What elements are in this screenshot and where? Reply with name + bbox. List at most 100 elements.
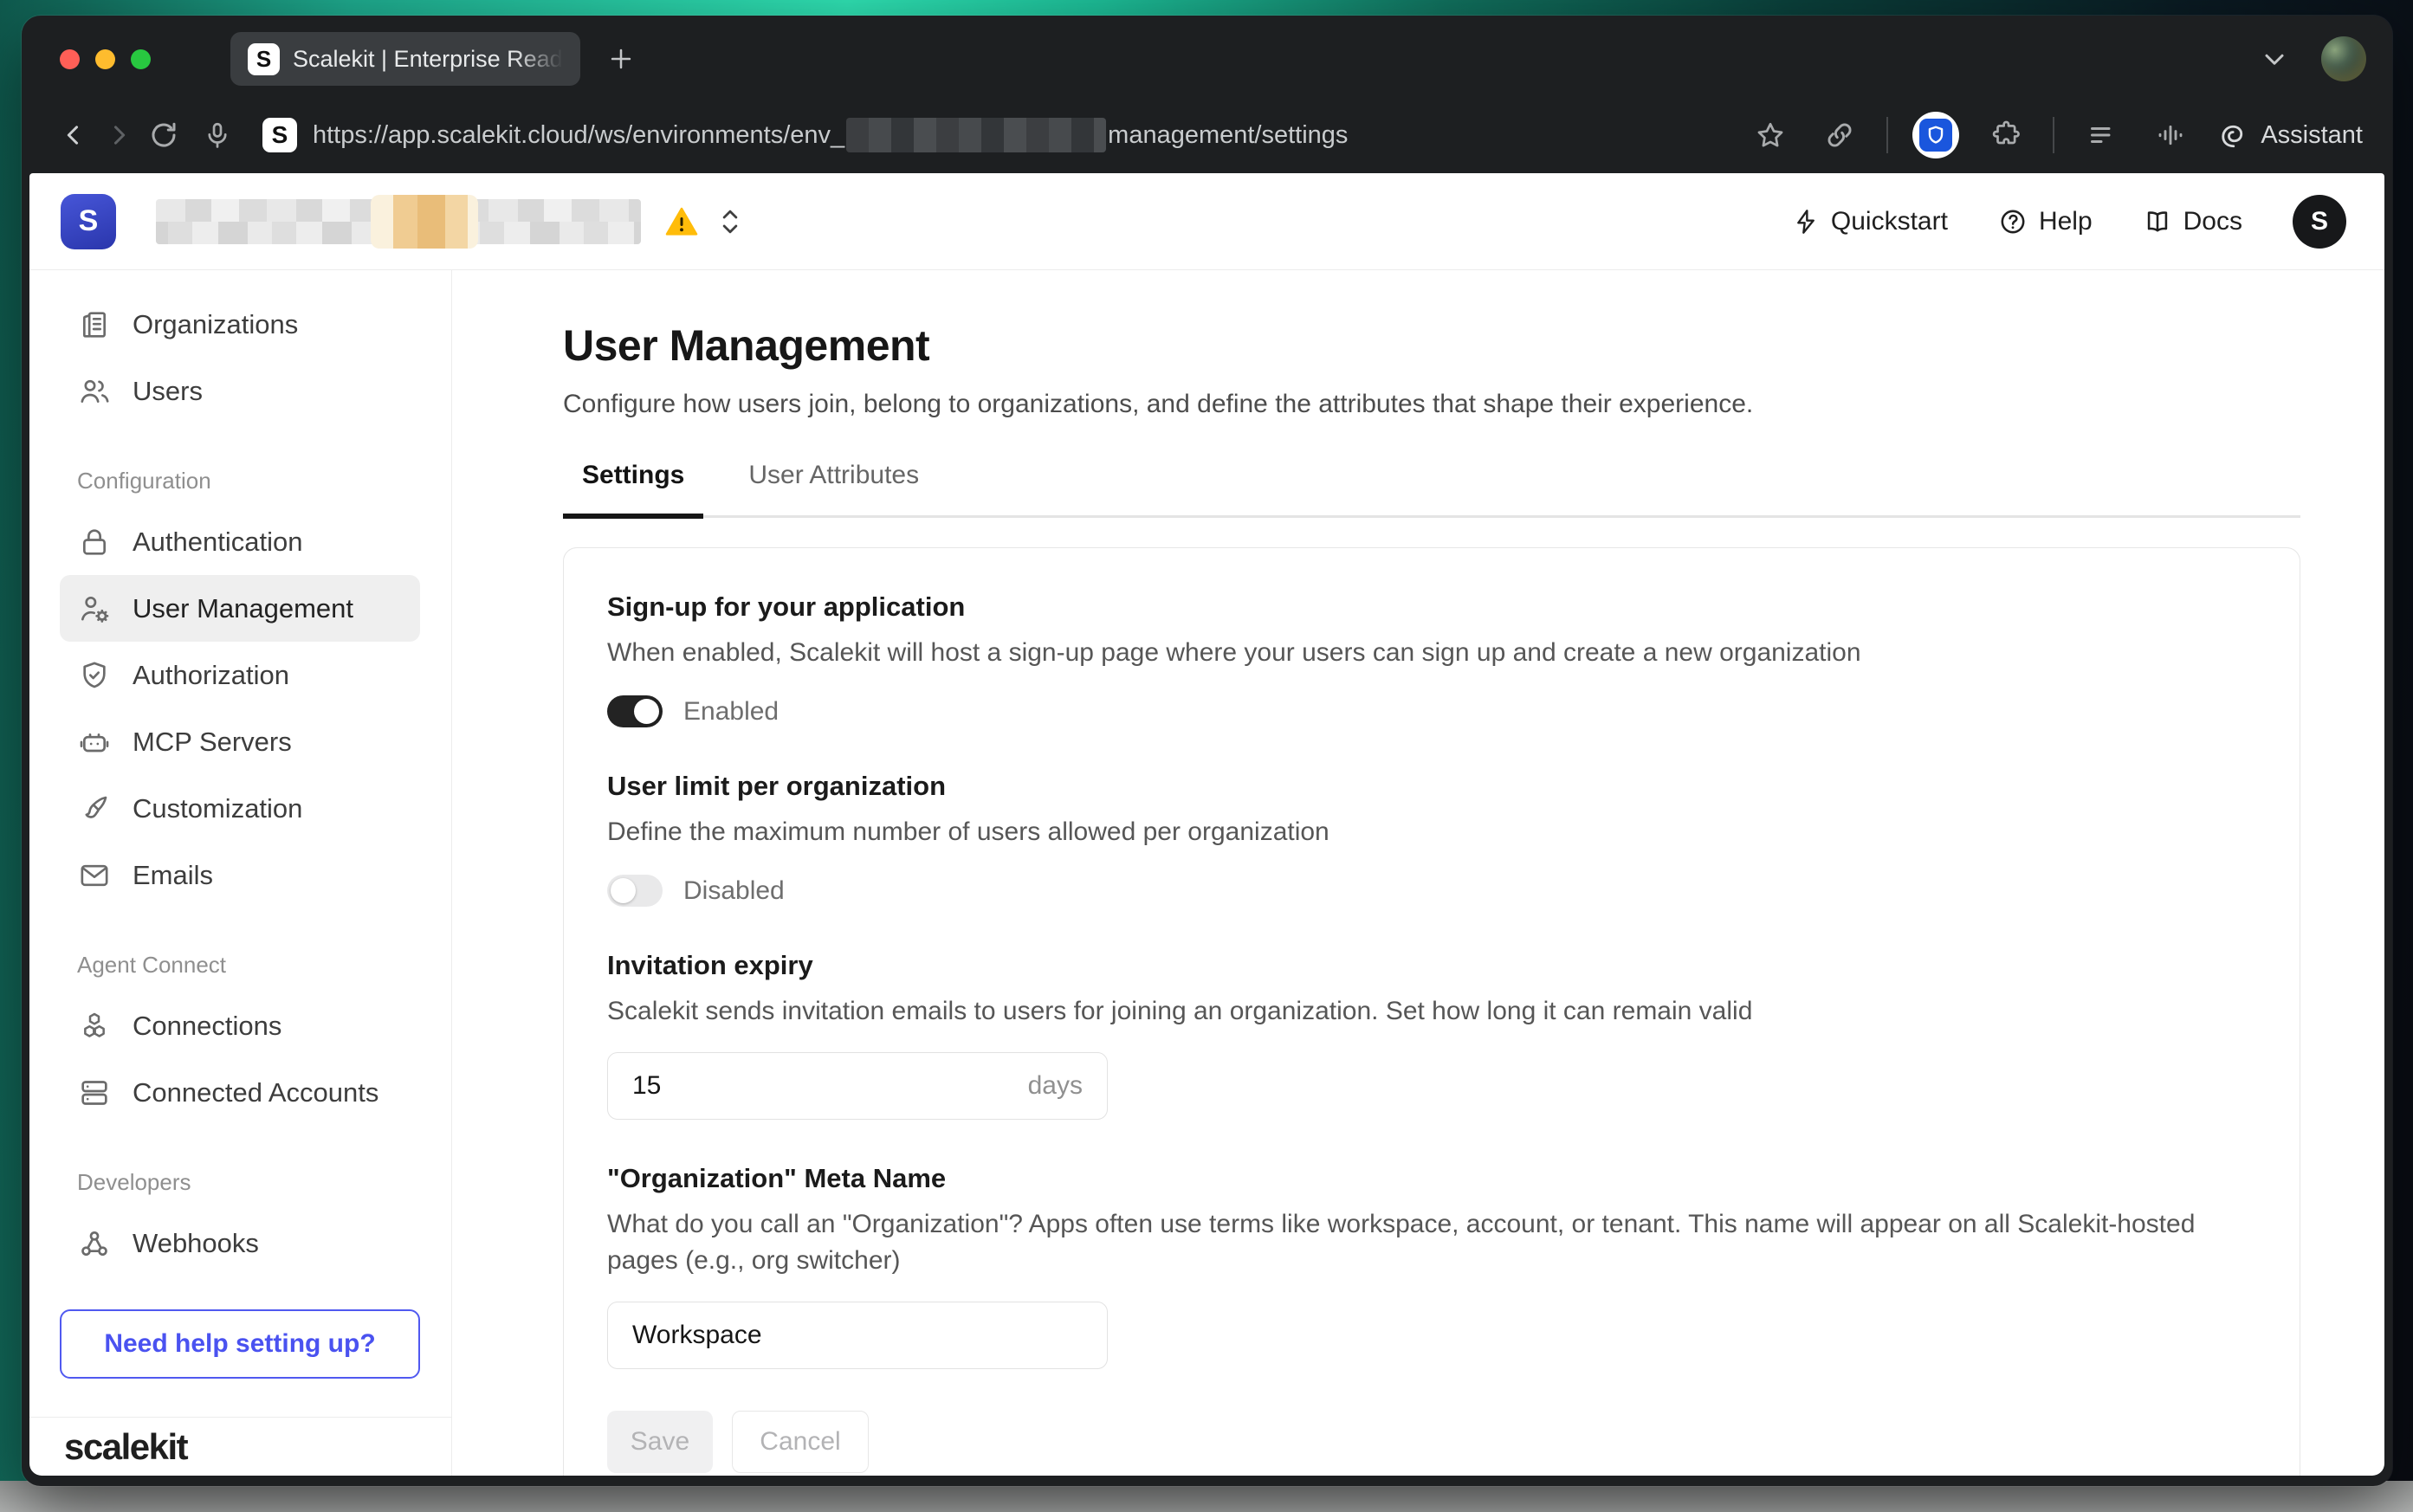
voice-search-button[interactable] <box>195 113 240 158</box>
assistant-label: Assistant <box>2261 121 2363 150</box>
warning-triangle-icon <box>663 204 700 239</box>
sidebar-item-label: Connections <box>133 1011 281 1042</box>
docs-link[interactable]: Docs <box>2143 207 2242 236</box>
toggle-knob <box>634 699 659 724</box>
new-tab-button[interactable] <box>606 44 636 74</box>
url-prefix: https://app.scalekit.cloud/ws/environmen… <box>313 121 844 150</box>
sidebar-item-connected-accounts[interactable]: Connected Accounts <box>60 1059 420 1126</box>
lock-icon <box>77 525 112 559</box>
reading-list-button[interactable] <box>2079 113 2124 158</box>
docs-label: Docs <box>2183 207 2242 236</box>
sidebar-item-label: User Management <box>133 593 353 624</box>
sidebar-item-customization[interactable]: Customization <box>60 775 420 842</box>
cancel-button[interactable]: Cancel <box>732 1411 869 1473</box>
microphone-icon <box>203 120 232 150</box>
meta-name-title: "Organization" Meta Name <box>607 1163 2256 1194</box>
quickstart-label: Quickstart <box>1831 207 1948 236</box>
envelope-icon <box>77 858 112 893</box>
url-suffix: management/settings <box>1108 121 1348 150</box>
user-limit-description: Define the maximum number of users allow… <box>607 814 2209 850</box>
webhook-icon <box>77 1226 112 1261</box>
tab-search-button[interactable] <box>2259 43 2290 74</box>
assistant-button[interactable]: Assistant <box>2217 120 2363 151</box>
menu-lines-icon <box>2086 120 2117 151</box>
tab-user-attributes[interactable]: User Attributes <box>729 461 938 515</box>
sidebar-item-emails[interactable]: Emails <box>60 842 420 908</box>
address-bar[interactable]: https://app.scalekit.cloud/ws/environmen… <box>313 118 1348 152</box>
quickstart-link[interactable]: Quickstart <box>1792 207 1948 236</box>
user-limit-section: User limit per organization Define the m… <box>607 771 2256 907</box>
maximize-window-button[interactable] <box>131 49 151 69</box>
sidebar-item-user-management[interactable]: User Management <box>60 575 420 642</box>
sidebar-item-organizations[interactable]: Organizations <box>60 291 420 358</box>
puzzle-icon <box>1989 119 2022 152</box>
environment-switcher[interactable] <box>156 199 743 244</box>
invitation-expiry-field: days <box>607 1052 1108 1120</box>
back-button[interactable] <box>51 113 96 158</box>
chevron-down-icon <box>2259 43 2290 74</box>
sidebar-item-label: Authorization <box>133 660 289 691</box>
toolbar-divider <box>2053 117 2054 153</box>
invitation-expiry-title: Invitation expiry <box>607 950 2256 981</box>
sidebar-item-authorization[interactable]: Authorization <box>60 642 420 708</box>
sidebar-item-label: Emails <box>133 860 213 891</box>
waveform-icon <box>2155 120 2186 151</box>
select-chevrons-icon <box>717 205 743 238</box>
meta-name-section: "Organization" Meta Name What do you cal… <box>607 1163 2256 1369</box>
sidebar-item-mcp-servers[interactable]: MCP Servers <box>60 708 420 775</box>
sidebar-item-authentication[interactable]: Authentication <box>60 508 420 575</box>
close-window-button[interactable] <box>60 49 80 69</box>
sidebar-item-users[interactable]: Users <box>60 358 420 424</box>
assistant-swirl-icon <box>2217 120 2248 151</box>
copy-link-button[interactable] <box>1817 113 1862 158</box>
scalekit-favicon: S <box>248 43 280 75</box>
save-button[interactable]: Save <box>607 1411 713 1473</box>
user-gear-icon <box>77 591 112 626</box>
chevron-left-icon <box>59 120 88 150</box>
sidebar-item-label: Authentication <box>133 527 302 558</box>
tab-settings[interactable]: Settings <box>563 461 703 515</box>
extensions-button[interactable] <box>1983 113 2028 158</box>
minimize-window-button[interactable] <box>95 49 115 69</box>
window-controls <box>60 49 151 69</box>
user-limit-toggle[interactable] <box>607 875 663 907</box>
user-limit-title: User limit per organization <box>607 771 2256 802</box>
url-redacted-segment <box>846 118 1106 152</box>
users-icon <box>77 374 112 409</box>
sidebar-item-webhooks[interactable]: Webhooks <box>60 1210 420 1276</box>
tab-bar: Settings User Attributes <box>563 461 2300 518</box>
workspace-name-redacted <box>156 199 641 244</box>
audio-capture-button[interactable] <box>2148 113 2193 158</box>
shield-check-icon <box>77 658 112 693</box>
sidebar: Organizations Users Configuration Authe <box>29 270 452 1476</box>
invitation-expiry-input[interactable] <box>632 1071 1018 1101</box>
bitwarden-extension-button[interactable] <box>1912 112 1959 158</box>
bookmark-button[interactable] <box>1748 113 1793 158</box>
sidebar-footer: scalekit <box>29 1417 451 1476</box>
plus-icon <box>606 44 636 74</box>
help-label: Help <box>2039 207 2093 236</box>
user-avatar[interactable]: S <box>2293 195 2346 249</box>
reload-button[interactable] <box>141 113 186 158</box>
browser-tab-scalekit[interactable]: S Scalekit | Enterprise Ready A <box>230 32 580 86</box>
sidebar-item-connections[interactable]: Connections <box>60 992 420 1059</box>
refresh-icon <box>148 120 179 151</box>
help-link[interactable]: Help <box>1998 207 2093 236</box>
sidebar-section-configuration: Configuration <box>60 468 420 494</box>
signup-toggle[interactable] <box>607 695 663 727</box>
star-icon <box>1755 120 1786 151</box>
meta-name-input[interactable] <box>632 1321 1083 1350</box>
need-help-button[interactable]: Need help setting up? <box>60 1309 420 1379</box>
chevron-right-icon <box>104 120 133 150</box>
lightning-icon <box>1792 208 1820 236</box>
sidebar-item-label: Organizations <box>133 309 298 340</box>
browser-profile-avatar[interactable] <box>2321 36 2366 81</box>
toolbar-divider <box>1886 117 1888 153</box>
help-circle-icon <box>1998 207 2028 236</box>
signup-title: Sign-up for your application <box>607 591 2256 623</box>
meta-name-description: What do you call an "Organization"? Apps… <box>607 1206 2209 1279</box>
signup-section: Sign-up for your application When enable… <box>607 591 2256 727</box>
environment-badge-redacted <box>371 195 478 249</box>
signup-toggle-label: Enabled <box>683 697 779 727</box>
forward-button[interactable] <box>96 113 141 158</box>
